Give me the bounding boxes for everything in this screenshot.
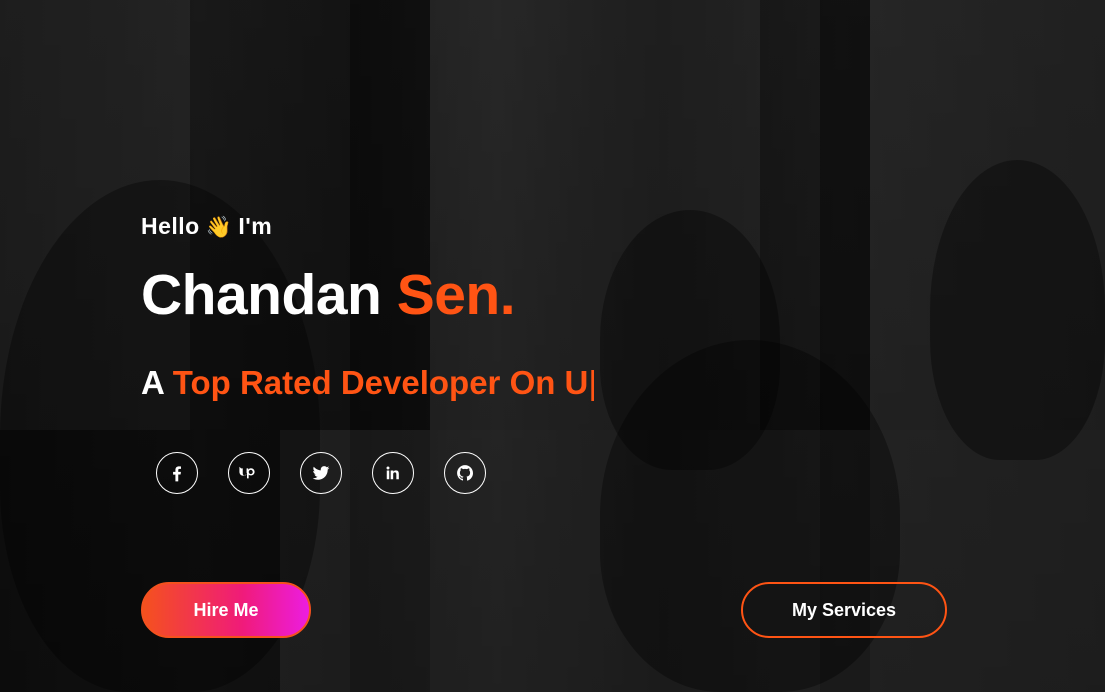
tagline-typed-text: Top Rated Developer On U bbox=[172, 364, 589, 401]
linkedin-icon bbox=[386, 466, 399, 480]
name-last: Sen. bbox=[396, 263, 516, 327]
my-services-button[interactable]: My Services bbox=[741, 582, 947, 638]
github-icon bbox=[457, 465, 473, 481]
hero-name: Chandan Sen. bbox=[141, 262, 516, 328]
linkedin-link[interactable] bbox=[372, 452, 414, 494]
greeting: Hello 👋 I'm bbox=[141, 213, 272, 240]
wave-hand-icon: 👋 bbox=[205, 216, 233, 239]
hero-tagline: A Top Rated Developer On U| bbox=[141, 364, 597, 402]
hire-me-button[interactable]: Hire Me bbox=[141, 582, 311, 638]
upwork-icon bbox=[239, 466, 255, 479]
greeting-suffix: I'm bbox=[238, 213, 273, 239]
tagline-prefix: A bbox=[141, 364, 164, 401]
github-link[interactable] bbox=[444, 452, 486, 494]
twitter-link[interactable] bbox=[300, 452, 342, 494]
facebook-icon bbox=[173, 466, 181, 482]
background-person bbox=[600, 340, 900, 692]
twitter-icon bbox=[312, 466, 330, 480]
typing-cursor: | bbox=[588, 364, 597, 401]
facebook-link[interactable] bbox=[156, 452, 198, 494]
greeting-text: Hello bbox=[141, 213, 200, 239]
social-links bbox=[156, 452, 486, 494]
background-person bbox=[930, 160, 1105, 460]
upwork-link[interactable] bbox=[228, 452, 270, 494]
name-first: Chandan bbox=[141, 263, 382, 327]
